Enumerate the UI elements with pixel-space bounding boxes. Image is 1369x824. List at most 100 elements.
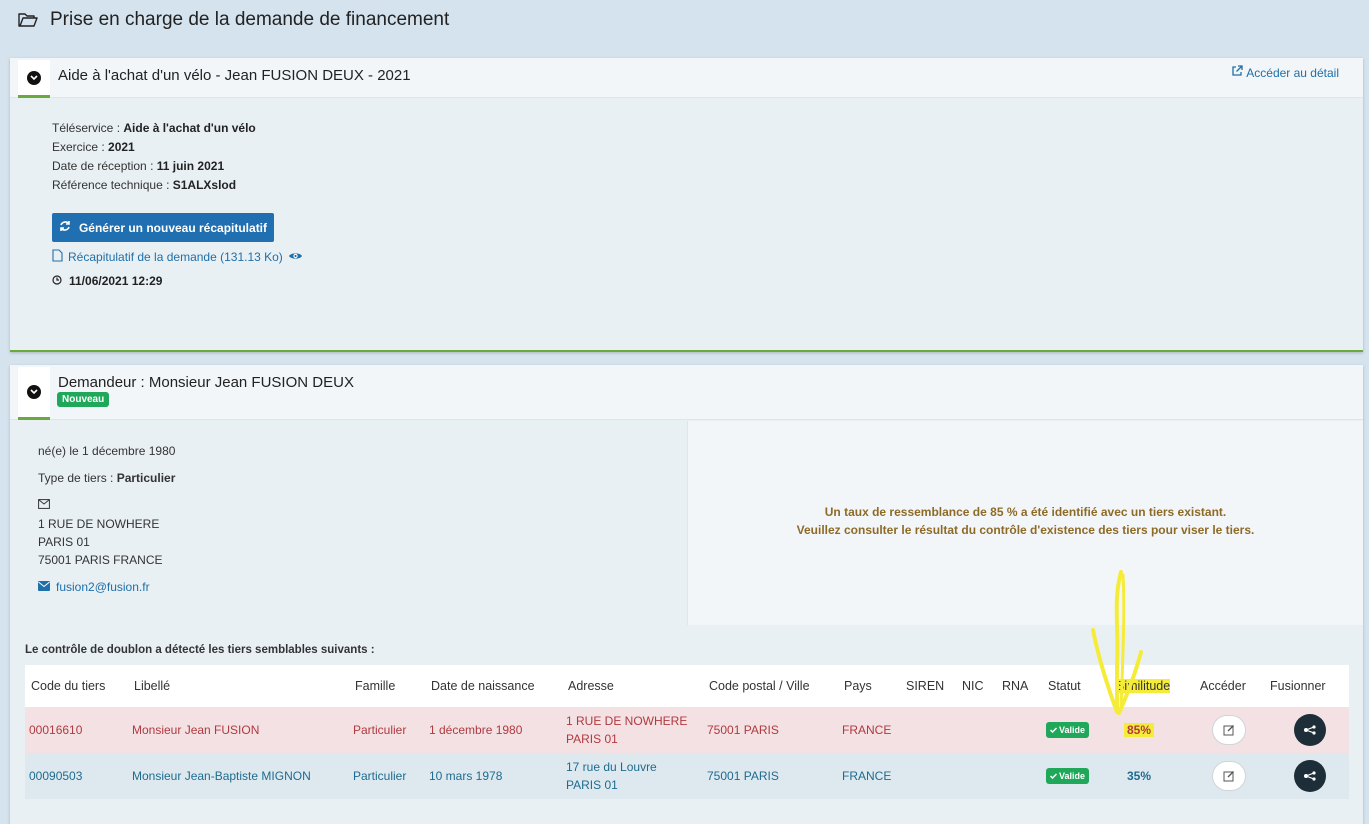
applicant-panel-header: Demandeur : Monsieur Jean FUSION DEUX No… xyxy=(10,365,1363,420)
cell-adresse-line-1: 17 rue du Louvre xyxy=(566,760,657,774)
external-link-icon xyxy=(1231,65,1243,80)
duplicates-table: Code du tiers Libellé Famille Date de na… xyxy=(25,665,1349,799)
cell-pays: FRANCE xyxy=(838,753,900,799)
cell-libelle: Monsieur Jean FUSION xyxy=(128,707,349,753)
duplicates-label: Le contrôle de doublon a détecté les tie… xyxy=(25,644,375,656)
col-siren: SIREN xyxy=(900,665,956,707)
folder-open-icon xyxy=(18,12,38,28)
col-statut: Statut xyxy=(1042,665,1110,707)
status-badge: Valide xyxy=(1046,722,1090,738)
similarity-value: 35% xyxy=(1127,769,1152,783)
cell-fusionner xyxy=(1264,707,1349,753)
cell-acceder xyxy=(1194,753,1264,799)
generate-recap-button[interactable]: Générer un nouveau récapitulatif xyxy=(52,213,274,242)
check-icon xyxy=(1050,727,1057,733)
check-icon xyxy=(1050,773,1057,779)
similarity-message-line-2: Veuillez consulter le résultat du contrô… xyxy=(796,523,1255,537)
chevron-down-icon xyxy=(27,70,41,85)
col-naissance: Date de naissance xyxy=(425,665,562,707)
col-nic: NIC xyxy=(956,665,996,707)
collapse-applicant-toggle[interactable] xyxy=(18,367,50,420)
teleservice-line: Téléservice : Aide à l'achat d'un vélo xyxy=(52,121,256,135)
access-button[interactable] xyxy=(1212,761,1246,791)
cell-adresse: 17 rue du Louvre PARIS 01 xyxy=(562,753,703,799)
email-value: fusion2@fusion.fr xyxy=(56,580,150,594)
teleservice-value: Aide à l'achat d'un vélo xyxy=(123,121,256,135)
recap-link-label: Récapitulatif de la demande (131.13 Ko) xyxy=(68,250,283,264)
cell-siren xyxy=(900,707,956,753)
page-title: Prise en charge de la demande de finance… xyxy=(50,9,450,30)
merge-button[interactable] xyxy=(1294,714,1326,746)
merge-icon xyxy=(1304,725,1316,735)
exercice-line: Exercice : 2021 xyxy=(52,140,135,154)
cell-cp-ville: 75001 PARIS xyxy=(703,753,838,799)
cell-statut: Valide xyxy=(1042,753,1110,799)
ref-line: Référence technique : S1ALXslod xyxy=(52,178,236,192)
ref-value: S1ALXslod xyxy=(172,178,237,192)
tiers-type-line: Type de tiers : Particulier xyxy=(38,471,175,485)
similarity-message-line-1: Un taux de ressemblance de 85 % a été id… xyxy=(824,505,1227,519)
cell-adresse-line-2: PARIS 01 xyxy=(566,732,618,746)
applicant-panel: Demandeur : Monsieur Jean FUSION DEUX No… xyxy=(10,365,1363,824)
reception-line: Date de réception : 11 juin 2021 xyxy=(52,159,224,173)
recap-link[interactable]: Récapitulatif de la demande (131.13 Ko) xyxy=(52,249,303,265)
cell-rna xyxy=(996,753,1042,799)
cell-naissance: 1 décembre 1980 xyxy=(425,707,562,753)
ref-label: Référence technique : xyxy=(52,178,173,192)
cell-similitude: 85% xyxy=(1110,707,1194,753)
col-acceder: Accéder xyxy=(1194,665,1264,707)
cell-adresse: 1 RUE DE NOWHERE PARIS 01 xyxy=(562,707,703,753)
col-famille: Famille xyxy=(349,665,425,707)
cell-pays: FRANCE xyxy=(838,707,900,753)
address-line-3: 75001 PARIS FRANCE xyxy=(38,553,163,567)
table-row[interactable]: 00090503 Monsieur Jean-Baptiste MIGNON P… xyxy=(25,753,1349,799)
col-similitude: Similitude xyxy=(1110,665,1194,707)
col-adresse: Adresse xyxy=(562,665,703,707)
request-title: Aide à l'achat d'un vélo - Jean FUSION D… xyxy=(58,67,411,84)
recap-datetime: 11/06/2021 12:29 xyxy=(52,274,162,288)
eye-icon[interactable] xyxy=(288,250,303,264)
similarity-warning: Un taux de ressemblance de 85 % a été id… xyxy=(687,421,1363,625)
tiers-type-value: Particulier xyxy=(116,471,176,485)
applicant-title: Demandeur : Monsieur Jean FUSION DEUX xyxy=(58,374,354,391)
refresh-icon xyxy=(59,220,71,235)
request-panel-header: Aide à l'achat d'un vélo - Jean FUSION D… xyxy=(10,58,1363,98)
cell-acceder xyxy=(1194,707,1264,753)
detail-link-label: Accéder au détail xyxy=(1246,65,1339,80)
col-pays: Pays xyxy=(838,665,900,707)
file-icon xyxy=(52,249,63,265)
cell-cp-ville: 75001 PARIS xyxy=(703,707,838,753)
cell-adresse-line-1: 1 RUE DE NOWHERE xyxy=(566,714,688,728)
table-header-row: Code du tiers Libellé Famille Date de na… xyxy=(25,665,1349,707)
table-row[interactable]: 00016610 Monsieur Jean FUSION Particulie… xyxy=(25,707,1349,753)
access-button[interactable] xyxy=(1212,715,1246,745)
address-line-2: PARIS 01 xyxy=(38,535,90,549)
cell-statut: Valide xyxy=(1042,707,1110,753)
cell-adresse-line-2: PARIS 01 xyxy=(566,778,618,792)
col-code: Code du tiers xyxy=(25,665,128,707)
address-line-1: 1 RUE DE NOWHERE xyxy=(38,517,160,531)
chevron-down-icon xyxy=(27,385,41,399)
envelope-icon xyxy=(38,580,50,594)
cell-famille: Particulier xyxy=(349,753,425,799)
status-badge-label: Valide xyxy=(1059,725,1086,735)
page-header: Prise en charge de la demande de finance… xyxy=(18,8,449,32)
email-link[interactable]: fusion2@fusion.fr xyxy=(38,580,150,594)
status-badge: Valide xyxy=(1046,768,1090,784)
reception-value: 11 juin 2021 xyxy=(156,159,225,173)
collapse-request-toggle[interactable] xyxy=(18,60,50,98)
cell-siren xyxy=(900,753,956,799)
cell-fusionner xyxy=(1264,753,1349,799)
exercice-label: Exercice : xyxy=(52,140,109,154)
cell-naissance: 10 mars 1978 xyxy=(425,753,562,799)
merge-button[interactable] xyxy=(1294,760,1326,792)
detail-link[interactable]: Accéder au détail xyxy=(1231,65,1339,80)
cell-code: 00016610 xyxy=(25,707,128,753)
envelope-outline-icon xyxy=(38,498,50,512)
cell-libelle: Monsieur Jean-Baptiste MIGNON xyxy=(128,753,349,799)
cell-rna xyxy=(996,707,1042,753)
clock-icon xyxy=(52,274,62,288)
edit-icon xyxy=(1223,771,1234,782)
datetime-value: 11/06/2021 12:29 xyxy=(69,274,163,288)
col-fusionner: Fusionner xyxy=(1264,665,1349,707)
